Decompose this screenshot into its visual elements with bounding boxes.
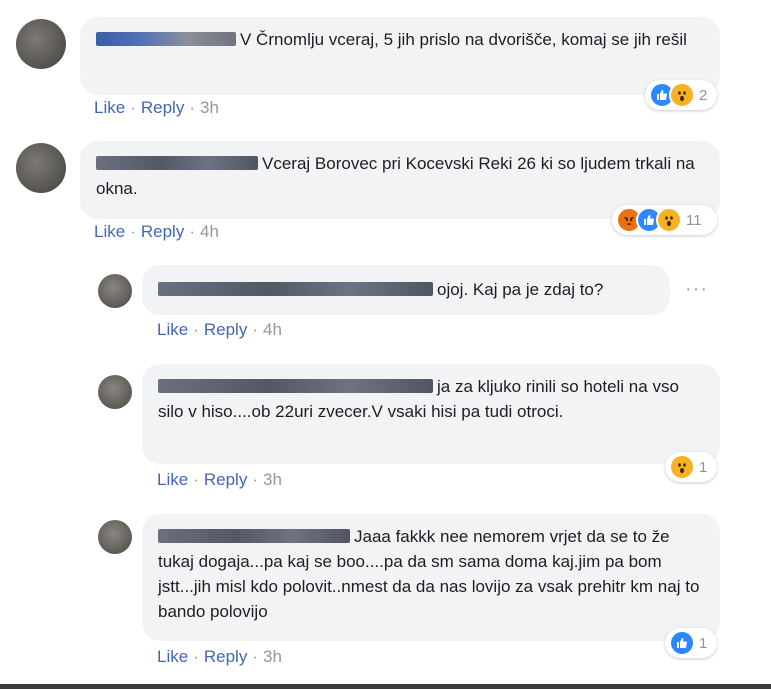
comment-actions: Like · Reply · 3h <box>94 98 219 118</box>
avatar[interactable] <box>16 19 66 69</box>
reply-actions: Like · Reply · 4h <box>157 320 282 340</box>
separator: · <box>193 647 199 666</box>
avatar[interactable] <box>16 143 66 193</box>
redacted-author-name[interactable] <box>158 282 433 296</box>
reply-actions: Like · Reply · 3h <box>157 470 282 490</box>
separator: · <box>252 470 258 489</box>
comment-text: V Črnomlju vceraj, 5 jih prislo na dvori… <box>240 30 687 49</box>
timestamp[interactable]: 4h <box>200 222 219 241</box>
separator: · <box>189 222 195 241</box>
separator: · <box>130 98 136 117</box>
separator: · <box>252 647 258 666</box>
reply-link[interactable]: Reply <box>204 320 247 339</box>
separator: · <box>130 222 136 241</box>
reaction-summary[interactable]: 11 <box>612 205 717 235</box>
timestamp[interactable]: 3h <box>263 470 282 489</box>
reply-link[interactable]: Reply <box>204 470 247 489</box>
avatar[interactable] <box>98 375 132 409</box>
redacted-author-name[interactable] <box>158 529 350 543</box>
comment-bubble: V Črnomlju vceraj, 5 jih prislo na dvori… <box>80 17 720 95</box>
timestamp[interactable]: 3h <box>200 98 219 117</box>
reaction-summary[interactable]: 1 <box>665 452 717 482</box>
separator: · <box>193 320 199 339</box>
like-link[interactable]: Like <box>157 647 188 666</box>
like-link[interactable]: Like <box>94 222 125 241</box>
reaction-summary[interactable]: 2 <box>645 80 717 110</box>
redacted-author-name[interactable] <box>96 156 258 170</box>
like-link[interactable]: Like <box>157 320 188 339</box>
comment-actions: Like · Reply · 4h <box>94 222 219 242</box>
reply-text: ojoj. Kaj pa je zdaj to? <box>437 280 604 299</box>
redacted-author-name[interactable] <box>96 32 236 46</box>
reply-link[interactable]: Reply <box>204 647 247 666</box>
wow-icon <box>656 207 682 233</box>
reaction-summary[interactable]: 1 <box>665 628 717 658</box>
reply-bubble: ojoj. Kaj pa je zdaj to? <box>142 265 670 315</box>
like-icon <box>669 630 695 656</box>
separator: · <box>252 320 258 339</box>
like-link[interactable]: Like <box>94 98 125 117</box>
reply-link[interactable]: Reply <box>141 98 184 117</box>
reply-actions: Like · Reply · 3h <box>157 647 282 667</box>
bottom-bar <box>0 684 771 689</box>
reaction-count: 11 <box>686 211 702 229</box>
separator: · <box>189 98 195 117</box>
timestamp[interactable]: 4h <box>263 320 282 339</box>
avatar[interactable] <box>98 520 132 554</box>
timestamp[interactable]: 3h <box>263 647 282 666</box>
like-link[interactable]: Like <box>157 470 188 489</box>
reply-link[interactable]: Reply <box>141 222 184 241</box>
reply-bubble: ja za kljuko rinili so hoteli na vso sil… <box>142 364 720 464</box>
more-options-icon[interactable]: ··· <box>685 278 708 301</box>
wow-icon <box>669 454 695 480</box>
reply-bubble: Jaaa fakkk nee nemorem vrjet da se to že… <box>142 514 720 641</box>
separator: · <box>193 470 199 489</box>
reaction-count: 2 <box>699 86 708 104</box>
reaction-count: 1 <box>699 458 708 476</box>
wow-icon <box>669 82 695 108</box>
redacted-author-name[interactable] <box>158 379 433 393</box>
reaction-count: 1 <box>699 634 708 652</box>
avatar[interactable] <box>98 274 132 308</box>
